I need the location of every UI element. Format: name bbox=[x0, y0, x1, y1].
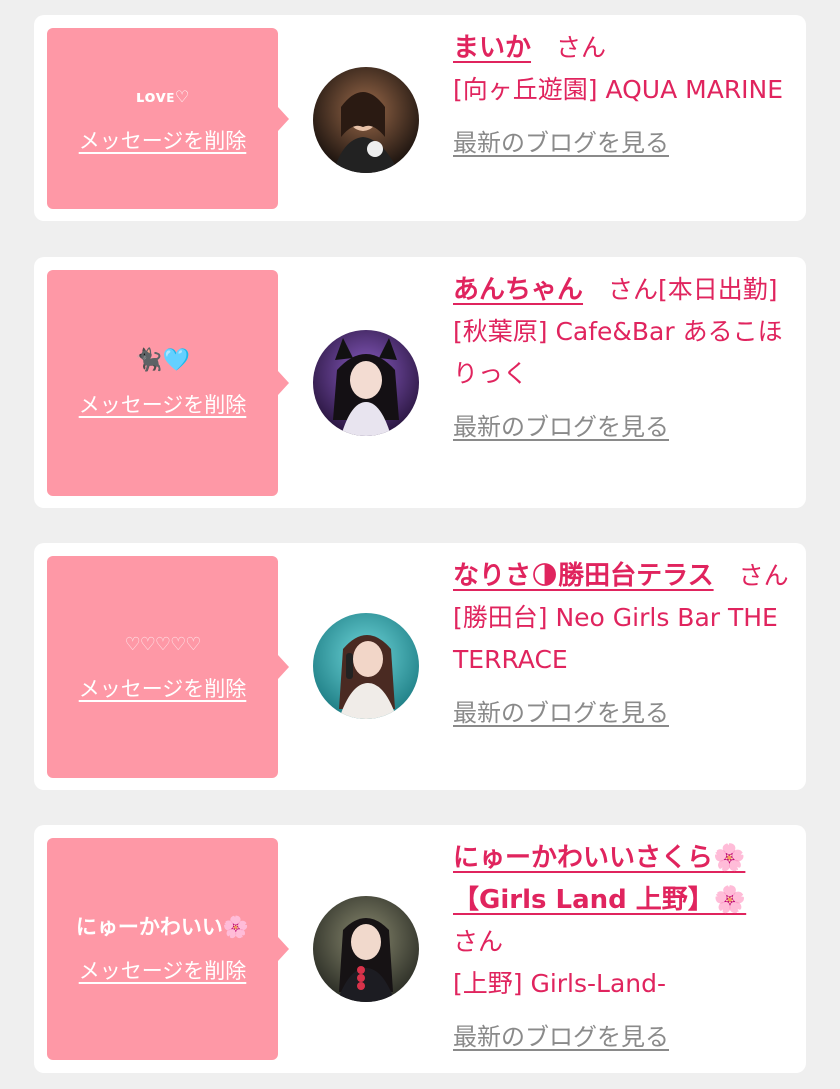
favorites-list: ʟᴏᴠᴇ♡ メッセージを削除 まいか さん [向ヶ丘遊園] AQUA MARIN… bbox=[0, 0, 840, 1089]
shop-name: [向ヶ丘遊園] AQUA MARINE bbox=[453, 75, 784, 104]
avatar-photo bbox=[313, 896, 419, 1002]
name-line: まいか さん bbox=[453, 27, 792, 69]
honorific: さん bbox=[453, 927, 504, 956]
avatar[interactable] bbox=[313, 330, 419, 436]
name-line: なりさ🌗勝田台テラス さん bbox=[453, 555, 792, 597]
message-text: にゅーかわいい🌸 bbox=[75, 915, 250, 939]
cast-name-link[interactable]: あんちゃん bbox=[453, 275, 583, 305]
shop-name: [上野] Girls-Land- bbox=[453, 969, 667, 998]
message-text: ʟᴏᴠᴇ♡ bbox=[135, 86, 190, 106]
message-bubble: 🐈‍⬛🩵 メッセージを削除 bbox=[47, 270, 289, 496]
message-bubble: にゅーかわいい🌸 メッセージを削除 bbox=[47, 838, 289, 1060]
delete-message-link[interactable]: メッセージを削除 bbox=[79, 125, 247, 155]
message-text: 🐈‍⬛🩵 bbox=[135, 348, 190, 373]
avatar[interactable] bbox=[313, 613, 419, 719]
delete-message-link[interactable]: メッセージを削除 bbox=[79, 673, 247, 703]
latest-blog-link[interactable]: 最新のブログを見る bbox=[453, 407, 669, 442]
cast-info: あんちゃん さん[本日出勤] [秋葉原] Cafe&Bar あるこほりっく 最新… bbox=[453, 269, 792, 442]
honorific: さん[本日出勤] bbox=[583, 275, 778, 304]
cast-info: なりさ🌗勝田台テラス さん [勝田台] Neo Girls Bar THE TE… bbox=[453, 555, 792, 728]
name-line: あんちゃん さん[本日出勤] bbox=[453, 269, 792, 311]
shop-name: [秋葉原] Cafe&Bar あるこほりっく bbox=[453, 317, 783, 388]
avatar[interactable] bbox=[313, 896, 419, 1002]
avatar-photo bbox=[313, 67, 419, 173]
cast-name-link[interactable]: まいか bbox=[453, 33, 531, 63]
message-bubble: ♡♡♡♡♡ メッセージを削除 bbox=[47, 556, 289, 778]
shop-name: [勝田台] Neo Girls Bar THE TERRACE bbox=[453, 603, 778, 674]
message-bubble: ʟᴏᴠᴇ♡ メッセージを削除 bbox=[47, 28, 289, 209]
cast-name-link[interactable]: なりさ🌗勝田台テラス bbox=[453, 561, 714, 591]
cast-card: ♡♡♡♡♡ メッセージを削除 なりさ🌗勝田台テラス さん [勝田台] Neo G… bbox=[34, 543, 806, 790]
latest-blog-link[interactable]: 最新のブログを見る bbox=[453, 123, 669, 158]
cast-card: ʟᴏᴠᴇ♡ メッセージを削除 まいか さん [向ヶ丘遊園] AQUA MARIN… bbox=[34, 15, 806, 221]
avatar[interactable] bbox=[313, 67, 419, 173]
honorific: さん bbox=[531, 33, 607, 62]
cast-info: にゅーかわいいさくら🌸【Girls Land 上野】🌸 さん [上野] Girl… bbox=[453, 837, 792, 1052]
delete-message-link[interactable]: メッセージを削除 bbox=[79, 955, 247, 985]
delete-message-link[interactable]: メッセージを削除 bbox=[79, 389, 247, 419]
latest-blog-link[interactable]: 最新のブログを見る bbox=[453, 693, 669, 728]
message-text: ♡♡♡♡♡ bbox=[124, 634, 202, 655]
honorific-line: さん bbox=[453, 921, 792, 963]
cast-info: まいか さん [向ヶ丘遊園] AQUA MARINE 最新のブログを見る bbox=[453, 27, 792, 158]
cast-name-link[interactable]: にゅーかわいいさくら🌸【Girls Land 上野】🌸 bbox=[453, 843, 746, 915]
cast-card: 🐈‍⬛🩵 メッセージを削除 あんちゃん さん[本日出勤] [秋葉原] Cafe&… bbox=[34, 257, 806, 508]
avatar-photo bbox=[313, 330, 419, 436]
latest-blog-link[interactable]: 最新のブログを見る bbox=[453, 1017, 669, 1052]
name-line: にゅーかわいいさくら🌸【Girls Land 上野】🌸 bbox=[453, 837, 792, 921]
cast-card: にゅーかわいい🌸 メッセージを削除 にゅーかわいいさくら🌸【Girls Land… bbox=[34, 825, 806, 1073]
avatar-photo bbox=[313, 613, 419, 719]
honorific: さん bbox=[713, 561, 789, 590]
